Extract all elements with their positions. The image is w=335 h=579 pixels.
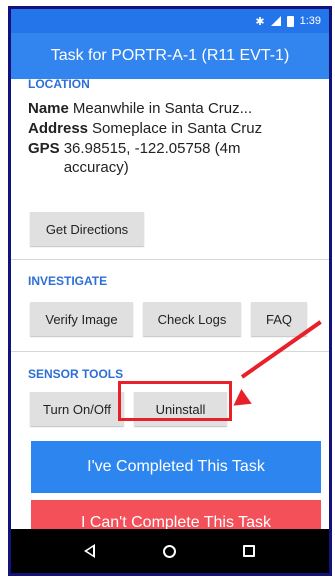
back-icon[interactable] [83, 544, 96, 558]
completed-task-button[interactable]: I've Completed This Task [31, 441, 321, 493]
navigation-bar [11, 529, 329, 573]
recent-apps-icon[interactable] [243, 545, 256, 557]
faq-button[interactable]: FAQ [251, 302, 307, 336]
gps-label: GPS [28, 140, 60, 157]
check-logs-button[interactable]: Check Logs [143, 302, 241, 336]
address-value: Someplace in Santa Cruz [92, 120, 263, 137]
location-gps-row: GPS 36.98515, -122.05758 (4m accuracy) [28, 139, 274, 177]
verify-image-button[interactable]: Verify Image [30, 302, 133, 336]
phone-frame: ✱ 1:39 Task for PORTR-A-1 (R11 EVT-1) LO… [8, 6, 332, 576]
section-title-location: LOCATION [28, 77, 90, 91]
name-value: Meanwhile in Santa Cruz... [72, 100, 253, 117]
gps-value: 36.98515, -122.05758 (4m accuracy) [63, 140, 241, 176]
name-label: Name [28, 100, 69, 117]
page-title: Task for PORTR-A-1 (R11 EVT-1) [11, 33, 329, 79]
turn-on-off-button[interactable]: Turn On/Off [30, 392, 124, 426]
location-name-row: Name Meanwhile in Santa Cruz... [28, 99, 252, 118]
signal-icon [270, 16, 281, 26]
get-directions-button[interactable]: Get Directions [30, 212, 144, 246]
home-icon[interactable] [162, 544, 176, 558]
annotation-highlight-box [118, 381, 232, 421]
section-title-investigate: INVESTIGATE [28, 274, 108, 288]
address-label: Address [28, 120, 89, 137]
battery-icon [286, 15, 294, 27]
location-address-row: Address Someplace in Santa Cruz [28, 119, 262, 138]
section-divider [11, 259, 329, 260]
bluetooth-icon: ✱ [255, 15, 265, 28]
section-title-sensor-tools: SENSOR TOOLS [28, 367, 124, 381]
status-time: 1:39 [299, 15, 321, 27]
status-bar: ✱ 1:39 [11, 9, 329, 33]
